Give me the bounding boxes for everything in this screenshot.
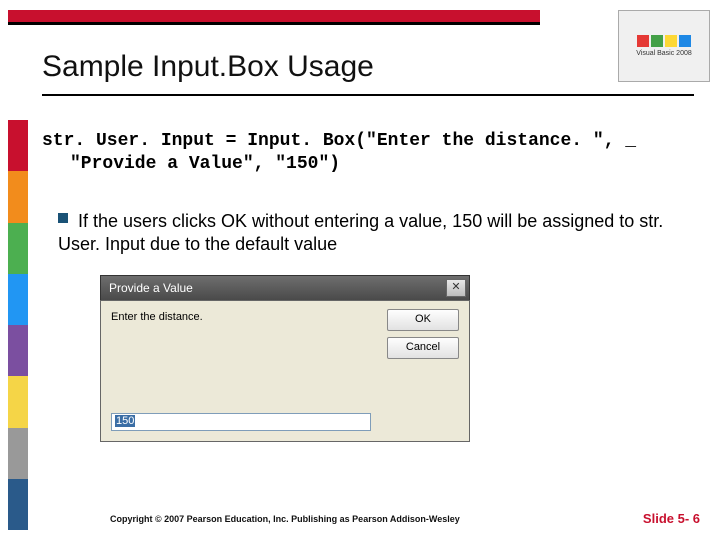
value-input-text: 150 — [115, 415, 135, 427]
dialog-titlebar: Provide a Value ✕ — [100, 275, 470, 300]
close-icon: ✕ — [451, 281, 460, 293]
bullet-text: If the users clicks OK without entering … — [58, 211, 663, 254]
bullet-marker-icon — [58, 213, 68, 223]
inputbox-dialog: Provide a Value ✕ Enter the distance. OK… — [100, 275, 470, 442]
code-line-2: "Provide a Value", "150") — [42, 153, 694, 176]
value-input[interactable]: 150 — [111, 413, 371, 431]
ok-button[interactable]: OK — [387, 309, 459, 331]
dialog-body: Enter the distance. OK Cancel 150 — [100, 300, 470, 442]
top-accent-bar — [8, 10, 540, 22]
copyright-text: Copyright © 2007 Pearson Education, Inc.… — [110, 514, 460, 524]
dialog-title-text: Provide a Value — [109, 281, 193, 295]
page-title: Sample Input.Box Usage — [42, 50, 374, 84]
code-sample: str. User. Input = Input. Box("Enter the… — [42, 130, 694, 177]
bullet-item: If the users clicks OK without entering … — [58, 210, 694, 257]
brand-logo-text: Visual Basic 2008 — [636, 50, 692, 57]
top-accent-rule — [8, 22, 540, 25]
slide-number: Slide 5- 6 — [643, 511, 700, 526]
brand-logo: Visual Basic 2008 — [618, 10, 710, 82]
title-underline — [42, 94, 694, 96]
close-button[interactable]: ✕ — [446, 279, 466, 297]
side-color-stripes — [8, 120, 28, 530]
cancel-button[interactable]: Cancel — [387, 337, 459, 359]
code-line-1: str. User. Input = Input. Box("Enter the… — [42, 130, 694, 153]
